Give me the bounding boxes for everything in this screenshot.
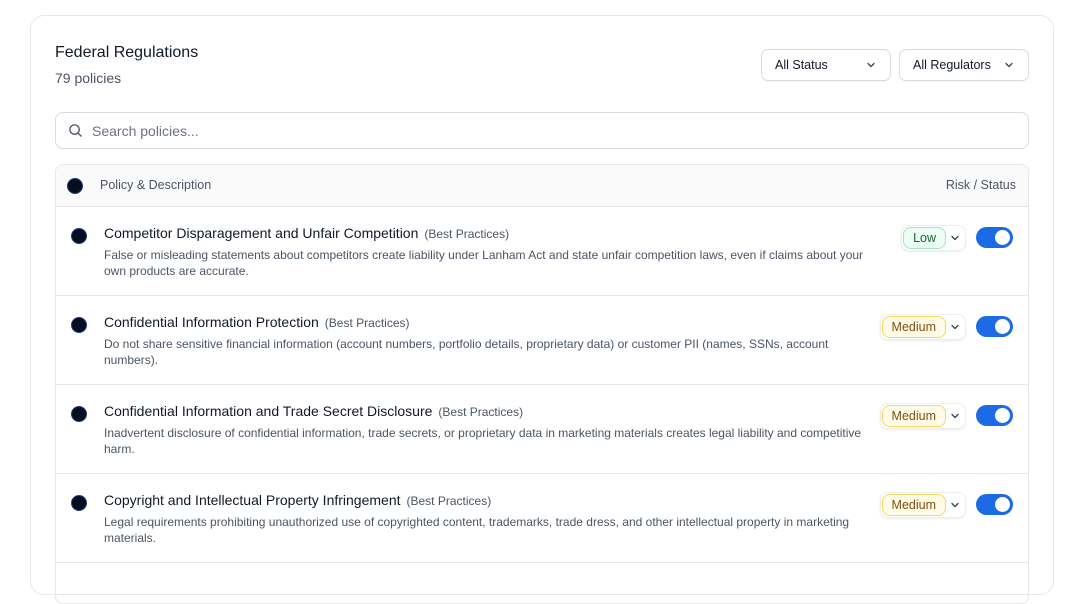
policy-enabled-toggle[interactable] [976, 494, 1013, 515]
chevron-down-icon [867, 62, 875, 68]
page-title: Federal Regulations [55, 44, 199, 61]
policy-title-text: Confidential Information and Trade Secre… [104, 403, 433, 419]
toggle-knob [995, 497, 1010, 512]
policy-enabled-toggle[interactable] [976, 227, 1013, 248]
policy-category: (Best Practices) [424, 227, 510, 241]
risk-badge: Medium [881, 405, 946, 427]
policy-category: (Best Practices) [438, 405, 524, 419]
policy-enabled-toggle[interactable] [976, 316, 1013, 337]
toggle-knob [995, 408, 1010, 423]
risk-level-dropdown[interactable]: Medium [879, 314, 966, 340]
policy-description: Inadvertent disclosure of confidential i… [104, 426, 862, 456]
policy-title-text: Confidential Information Protection [104, 314, 319, 330]
chevron-down-icon [951, 502, 959, 508]
select-all-checkbox[interactable] [67, 178, 83, 194]
status-filter-dropdown[interactable]: All Status [761, 49, 891, 81]
chevron-down-icon [951, 235, 959, 241]
policy-title-text: Competitor Disparagement and Unfair Comp… [104, 225, 419, 241]
toggle-knob [995, 319, 1010, 334]
chevron-down-icon [951, 324, 959, 330]
table-header: Policy & Description Risk / Status [56, 165, 1028, 207]
table-row: Competitor Disparagement and Unfair Comp… [56, 207, 1028, 296]
risk-badge: Low [903, 227, 946, 249]
row-checkbox[interactable] [71, 317, 87, 333]
risk-level-dropdown[interactable]: Medium [879, 492, 966, 518]
policy-title: Copyright and Intellectual Property Infr… [104, 492, 491, 508]
policy-title: Competitor Disparagement and Unfair Comp… [104, 225, 509, 241]
row-checkbox[interactable] [71, 406, 87, 422]
policy-title: Confidential Information Protection (Best… [104, 314, 409, 330]
regulators-filter-dropdown[interactable]: All Regulators [899, 49, 1029, 81]
policy-enabled-toggle[interactable] [976, 405, 1013, 426]
policy-count: 79 policies [55, 70, 122, 86]
policy-title-text: Copyright and Intellectual Property Infr… [104, 492, 401, 508]
regulators-filter-label: All Regulators [913, 58, 991, 72]
table-row: Confidential Information and Trade Secre… [56, 385, 1028, 474]
chevron-down-icon [1005, 62, 1013, 68]
risk-badge: Medium [881, 316, 946, 338]
row-checkbox[interactable] [71, 228, 87, 244]
status-filter-label: All Status [775, 58, 828, 72]
policy-description: Do not share sensitive financial informa… [104, 337, 829, 367]
table-row: Copyright and Intellectual Property Infr… [56, 474, 1028, 563]
policy-description: Legal requirements prohibiting unauthori… [104, 515, 850, 545]
risk-badge: Medium [881, 494, 946, 516]
chevron-down-icon [951, 413, 959, 419]
policy-category: (Best Practices) [324, 316, 410, 330]
search-box[interactable] [55, 112, 1029, 149]
table-row: Confidential Information Protection (Best… [56, 296, 1028, 385]
search-icon [69, 124, 82, 137]
policy-category: (Best Practices) [406, 494, 492, 508]
risk-level-dropdown[interactable]: Medium [879, 403, 966, 429]
policies-card: Federal Regulations 79 policies All Stat… [30, 15, 1054, 604]
toggle-knob [995, 230, 1010, 245]
row-checkbox[interactable] [71, 495, 87, 511]
column-header-policy: Policy & Description [100, 178, 212, 192]
policies-table: Policy & Description Risk / Status Compe… [55, 164, 1029, 604]
column-header-risk-status: Risk / Status [945, 178, 1016, 192]
policy-description: False or misleading statements about com… [104, 248, 864, 278]
policy-title: Confidential Information and Trade Secre… [104, 403, 523, 419]
risk-level-dropdown[interactable]: Low [901, 225, 966, 251]
search-input[interactable] [92, 122, 952, 139]
